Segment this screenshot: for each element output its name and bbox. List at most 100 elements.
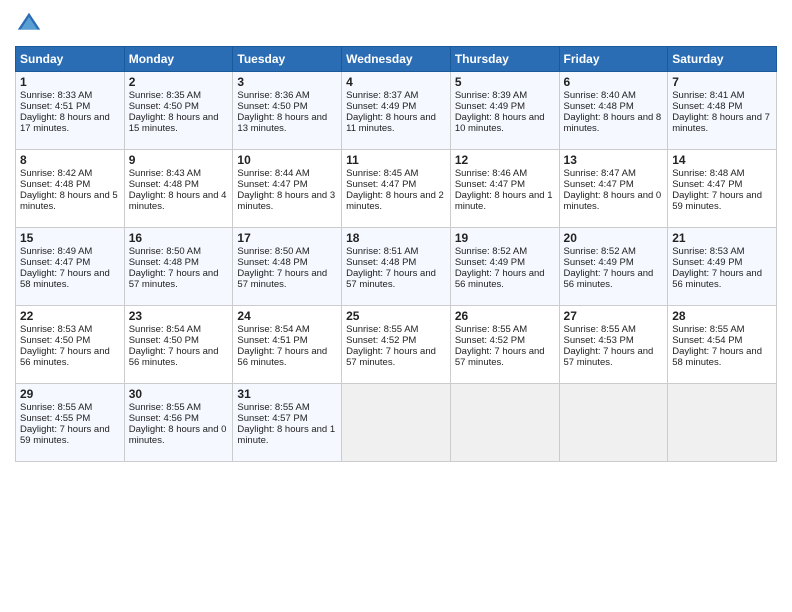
day-cell: 21Sunrise: 8:53 AMSunset: 4:49 PMDayligh… [668, 228, 777, 306]
day-number: 18 [346, 231, 446, 245]
day-number: 23 [129, 309, 229, 323]
day-number: 16 [129, 231, 229, 245]
day-info: Sunrise: 8:55 AMSunset: 4:52 PMDaylight:… [346, 324, 436, 368]
day-cell: 20Sunrise: 8:52 AMSunset: 4:49 PMDayligh… [559, 228, 668, 306]
day-cell: 29Sunrise: 8:55 AMSunset: 4:55 PMDayligh… [16, 384, 125, 462]
header-row: SundayMondayTuesdayWednesdayThursdayFrid… [16, 47, 777, 72]
day-cell: 16Sunrise: 8:50 AMSunset: 4:48 PMDayligh… [124, 228, 233, 306]
day-cell: 30Sunrise: 8:55 AMSunset: 4:56 PMDayligh… [124, 384, 233, 462]
day-number: 17 [237, 231, 337, 245]
header [15, 10, 777, 38]
day-number: 8 [20, 153, 120, 167]
day-number: 19 [455, 231, 555, 245]
col-header-wednesday: Wednesday [342, 47, 451, 72]
day-info: Sunrise: 8:42 AMSunset: 4:48 PMDaylight:… [20, 168, 118, 212]
day-number: 3 [237, 75, 337, 89]
day-number: 10 [237, 153, 337, 167]
day-cell: 14Sunrise: 8:48 AMSunset: 4:47 PMDayligh… [668, 150, 777, 228]
day-number: 29 [20, 387, 120, 401]
day-cell: 10Sunrise: 8:44 AMSunset: 4:47 PMDayligh… [233, 150, 342, 228]
day-number: 4 [346, 75, 446, 89]
day-number: 12 [455, 153, 555, 167]
day-info: Sunrise: 8:47 AMSunset: 4:47 PMDaylight:… [564, 168, 662, 212]
day-cell: 19Sunrise: 8:52 AMSunset: 4:49 PMDayligh… [450, 228, 559, 306]
day-info: Sunrise: 8:45 AMSunset: 4:47 PMDaylight:… [346, 168, 444, 212]
day-cell: 11Sunrise: 8:45 AMSunset: 4:47 PMDayligh… [342, 150, 451, 228]
day-info: Sunrise: 8:52 AMSunset: 4:49 PMDaylight:… [564, 246, 654, 290]
day-number: 13 [564, 153, 664, 167]
day-number: 20 [564, 231, 664, 245]
day-number: 15 [20, 231, 120, 245]
day-info: Sunrise: 8:52 AMSunset: 4:49 PMDaylight:… [455, 246, 545, 290]
col-header-saturday: Saturday [668, 47, 777, 72]
day-cell: 6Sunrise: 8:40 AMSunset: 4:48 PMDaylight… [559, 72, 668, 150]
week-row-2: 8Sunrise: 8:42 AMSunset: 4:48 PMDaylight… [16, 150, 777, 228]
day-info: Sunrise: 8:53 AMSunset: 4:49 PMDaylight:… [672, 246, 762, 290]
day-number: 24 [237, 309, 337, 323]
day-info: Sunrise: 8:44 AMSunset: 4:47 PMDaylight:… [237, 168, 335, 212]
day-info: Sunrise: 8:40 AMSunset: 4:48 PMDaylight:… [564, 90, 662, 134]
day-info: Sunrise: 8:55 AMSunset: 4:57 PMDaylight:… [237, 402, 335, 446]
day-cell: 31Sunrise: 8:55 AMSunset: 4:57 PMDayligh… [233, 384, 342, 462]
day-number: 9 [129, 153, 229, 167]
day-info: Sunrise: 8:36 AMSunset: 4:50 PMDaylight:… [237, 90, 327, 134]
day-cell: 5Sunrise: 8:39 AMSunset: 4:49 PMDaylight… [450, 72, 559, 150]
day-number: 31 [237, 387, 337, 401]
week-row-4: 22Sunrise: 8:53 AMSunset: 4:50 PMDayligh… [16, 306, 777, 384]
day-info: Sunrise: 8:51 AMSunset: 4:48 PMDaylight:… [346, 246, 436, 290]
day-number: 25 [346, 309, 446, 323]
day-cell: 2Sunrise: 8:35 AMSunset: 4:50 PMDaylight… [124, 72, 233, 150]
page: SundayMondayTuesdayWednesdayThursdayFrid… [0, 0, 792, 612]
day-info: Sunrise: 8:41 AMSunset: 4:48 PMDaylight:… [672, 90, 770, 134]
day-cell [342, 384, 451, 462]
day-info: Sunrise: 8:49 AMSunset: 4:47 PMDaylight:… [20, 246, 110, 290]
day-info: Sunrise: 8:53 AMSunset: 4:50 PMDaylight:… [20, 324, 110, 368]
day-number: 1 [20, 75, 120, 89]
day-info: Sunrise: 8:48 AMSunset: 4:47 PMDaylight:… [672, 168, 762, 212]
day-number: 14 [672, 153, 772, 167]
day-info: Sunrise: 8:54 AMSunset: 4:50 PMDaylight:… [129, 324, 219, 368]
day-cell [668, 384, 777, 462]
day-number: 28 [672, 309, 772, 323]
day-cell: 26Sunrise: 8:55 AMSunset: 4:52 PMDayligh… [450, 306, 559, 384]
logo [15, 10, 47, 38]
day-info: Sunrise: 8:35 AMSunset: 4:50 PMDaylight:… [129, 90, 219, 134]
day-cell: 23Sunrise: 8:54 AMSunset: 4:50 PMDayligh… [124, 306, 233, 384]
col-header-tuesday: Tuesday [233, 47, 342, 72]
day-info: Sunrise: 8:46 AMSunset: 4:47 PMDaylight:… [455, 168, 553, 212]
week-row-5: 29Sunrise: 8:55 AMSunset: 4:55 PMDayligh… [16, 384, 777, 462]
day-cell [450, 384, 559, 462]
day-cell: 12Sunrise: 8:46 AMSunset: 4:47 PMDayligh… [450, 150, 559, 228]
day-cell: 8Sunrise: 8:42 AMSunset: 4:48 PMDaylight… [16, 150, 125, 228]
day-cell: 3Sunrise: 8:36 AMSunset: 4:50 PMDaylight… [233, 72, 342, 150]
day-number: 30 [129, 387, 229, 401]
day-cell: 22Sunrise: 8:53 AMSunset: 4:50 PMDayligh… [16, 306, 125, 384]
day-info: Sunrise: 8:39 AMSunset: 4:49 PMDaylight:… [455, 90, 545, 134]
col-header-friday: Friday [559, 47, 668, 72]
day-info: Sunrise: 8:43 AMSunset: 4:48 PMDaylight:… [129, 168, 227, 212]
day-number: 27 [564, 309, 664, 323]
day-cell [559, 384, 668, 462]
day-number: 21 [672, 231, 772, 245]
day-cell: 17Sunrise: 8:50 AMSunset: 4:48 PMDayligh… [233, 228, 342, 306]
day-cell: 15Sunrise: 8:49 AMSunset: 4:47 PMDayligh… [16, 228, 125, 306]
col-header-sunday: Sunday [16, 47, 125, 72]
day-cell: 28Sunrise: 8:55 AMSunset: 4:54 PMDayligh… [668, 306, 777, 384]
calendar-table: SundayMondayTuesdayWednesdayThursdayFrid… [15, 46, 777, 462]
day-info: Sunrise: 8:37 AMSunset: 4:49 PMDaylight:… [346, 90, 436, 134]
day-cell: 7Sunrise: 8:41 AMSunset: 4:48 PMDaylight… [668, 72, 777, 150]
day-info: Sunrise: 8:50 AMSunset: 4:48 PMDaylight:… [237, 246, 327, 290]
day-info: Sunrise: 8:55 AMSunset: 4:55 PMDaylight:… [20, 402, 110, 446]
day-cell: 27Sunrise: 8:55 AMSunset: 4:53 PMDayligh… [559, 306, 668, 384]
day-cell: 4Sunrise: 8:37 AMSunset: 4:49 PMDaylight… [342, 72, 451, 150]
col-header-monday: Monday [124, 47, 233, 72]
col-header-thursday: Thursday [450, 47, 559, 72]
day-info: Sunrise: 8:55 AMSunset: 4:52 PMDaylight:… [455, 324, 545, 368]
day-info: Sunrise: 8:55 AMSunset: 4:54 PMDaylight:… [672, 324, 762, 368]
day-cell: 18Sunrise: 8:51 AMSunset: 4:48 PMDayligh… [342, 228, 451, 306]
day-number: 6 [564, 75, 664, 89]
day-cell: 13Sunrise: 8:47 AMSunset: 4:47 PMDayligh… [559, 150, 668, 228]
day-number: 7 [672, 75, 772, 89]
day-number: 5 [455, 75, 555, 89]
day-cell: 1Sunrise: 8:33 AMSunset: 4:51 PMDaylight… [16, 72, 125, 150]
